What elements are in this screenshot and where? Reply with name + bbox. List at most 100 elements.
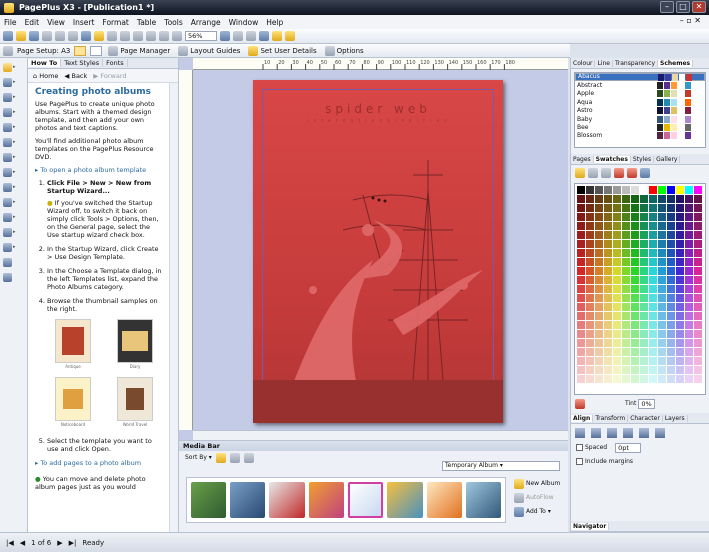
colour-swatch[interactable] — [694, 240, 702, 248]
colour-swatch[interactable] — [631, 276, 639, 284]
swatch-grid-panel[interactable] — [574, 183, 706, 395]
colour-swatch[interactable] — [622, 339, 630, 347]
page-setup-icon[interactable] — [3, 45, 13, 56]
fill-swatch-icon[interactable] — [575, 168, 585, 178]
colour-swatch[interactable] — [631, 303, 639, 311]
colour-swatch[interactable] — [649, 285, 657, 293]
colour-swatch[interactable] — [631, 285, 639, 293]
actual-size-icon[interactable] — [285, 31, 295, 41]
colour-swatch[interactable] — [631, 204, 639, 212]
colour-swatch[interactable] — [595, 294, 603, 302]
scheme-item[interactable]: Apple — [575, 90, 705, 98]
menu-table[interactable]: Table — [133, 18, 160, 27]
tab-schemes[interactable]: Schemes — [658, 59, 694, 67]
align-bottom-icon[interactable] — [655, 428, 665, 438]
colour-swatch[interactable] — [676, 339, 684, 347]
colour-swatch[interactable] — [667, 240, 675, 248]
colour-swatch[interactable] — [595, 204, 603, 212]
colour-swatch[interactable] — [694, 186, 702, 194]
menu-file[interactable]: File — [0, 18, 21, 27]
colour-swatch[interactable] — [685, 321, 693, 329]
colour-swatch[interactable] — [694, 249, 702, 257]
colour-swatch[interactable] — [613, 258, 621, 266]
colour-swatch[interactable] — [613, 204, 621, 212]
colour-swatch[interactable] — [694, 330, 702, 338]
colour-swatch[interactable] — [685, 240, 693, 248]
colour-swatch[interactable] — [631, 330, 639, 338]
colour-swatch[interactable] — [622, 249, 630, 257]
colour-swatch[interactable] — [631, 339, 639, 347]
colour-swatch[interactable] — [586, 294, 594, 302]
colour-swatch[interactable] — [577, 321, 585, 329]
colour-swatch[interactable] — [577, 375, 585, 383]
schemes-list[interactable]: Abacus Abstract Apple Aqua Astro Baby Bee Bloss… — [574, 72, 706, 148]
transparency-tool[interactable]: ▸ — [3, 211, 23, 223]
colour-swatch[interactable] — [685, 231, 693, 239]
colour-swatch[interactable] — [622, 258, 630, 266]
colour-swatch[interactable] — [595, 321, 603, 329]
colour-swatch[interactable] — [577, 249, 585, 257]
colour-swatch[interactable] — [586, 231, 594, 239]
colour-swatch[interactable] — [577, 276, 585, 284]
colour-swatch[interactable] — [685, 366, 693, 374]
colour-swatch[interactable] — [622, 276, 630, 284]
vertical-ruler[interactable] — [179, 70, 193, 430]
colour-swatch[interactable] — [649, 258, 657, 266]
colour-swatch[interactable] — [586, 285, 594, 293]
menu-window[interactable]: Window — [225, 18, 263, 27]
colour-swatch[interactable] — [658, 231, 666, 239]
colour-swatch[interactable] — [658, 312, 666, 320]
scheme-item[interactable]: Abacus — [575, 73, 705, 82]
rotate-icon[interactable] — [159, 31, 169, 41]
colour-swatch[interactable] — [676, 330, 684, 338]
colour-swatch[interactable] — [586, 195, 594, 203]
colour-swatch[interactable] — [640, 294, 648, 302]
colour-swatch[interactable] — [604, 312, 612, 320]
colour-swatch[interactable] — [577, 240, 585, 248]
line-tool[interactable]: ▸ — [3, 136, 23, 148]
colour-swatch[interactable] — [640, 267, 648, 275]
connector-tool[interactable]: ▸ — [3, 241, 23, 253]
colour-swatch[interactable] — [613, 285, 621, 293]
colour-swatch[interactable] — [622, 186, 630, 194]
colour-swatch[interactable] — [676, 303, 684, 311]
colour-swatch[interactable] — [613, 240, 621, 248]
colour-swatch[interactable] — [595, 249, 603, 257]
colour-swatch[interactable] — [631, 222, 639, 230]
colour-swatch[interactable] — [631, 375, 639, 383]
colour-swatch[interactable] — [595, 276, 603, 284]
colour-swatch[interactable] — [604, 240, 612, 248]
colour-swatch[interactable] — [676, 267, 684, 275]
thumb-world-travel[interactable]: World Travel — [111, 377, 159, 429]
colour-swatch[interactable] — [577, 339, 585, 347]
media-bar-title[interactable]: Media Bar — [179, 441, 568, 451]
copy-icon[interactable] — [81, 31, 91, 41]
colour-swatch[interactable] — [595, 231, 603, 239]
colour-swatch[interactable] — [667, 312, 675, 320]
colour-swatch[interactable] — [694, 231, 702, 239]
colour-swatch[interactable] — [640, 213, 648, 221]
table-tool[interactable]: ▸ — [3, 166, 23, 178]
colour-swatch[interactable] — [631, 267, 639, 275]
colour-swatch[interactable] — [649, 312, 657, 320]
publication-palette-icon[interactable] — [614, 168, 624, 178]
colour-swatch[interactable] — [586, 204, 594, 212]
colour-swatch[interactable] — [613, 231, 621, 239]
new-icon[interactable] — [3, 31, 13, 41]
colour-swatch[interactable] — [658, 276, 666, 284]
colour-swatch[interactable] — [604, 375, 612, 383]
colour-swatch[interactable] — [658, 294, 666, 302]
colour-swatch[interactable] — [667, 267, 675, 275]
colour-swatch[interactable] — [631, 258, 639, 266]
colour-swatch[interactable] — [667, 303, 675, 311]
align-left-icon[interactable] — [575, 428, 585, 438]
colour-swatch[interactable] — [613, 186, 621, 194]
canvas-scrollbar[interactable] — [193, 430, 568, 440]
save-icon[interactable] — [29, 31, 39, 41]
maximize-button[interactable]: □ — [676, 1, 690, 13]
colour-swatch[interactable] — [613, 357, 621, 365]
colour-swatch[interactable] — [694, 204, 702, 212]
shape-tool[interactable]: ▸ — [3, 151, 23, 163]
colour-swatch[interactable] — [694, 348, 702, 356]
colour-swatch[interactable] — [694, 312, 702, 320]
